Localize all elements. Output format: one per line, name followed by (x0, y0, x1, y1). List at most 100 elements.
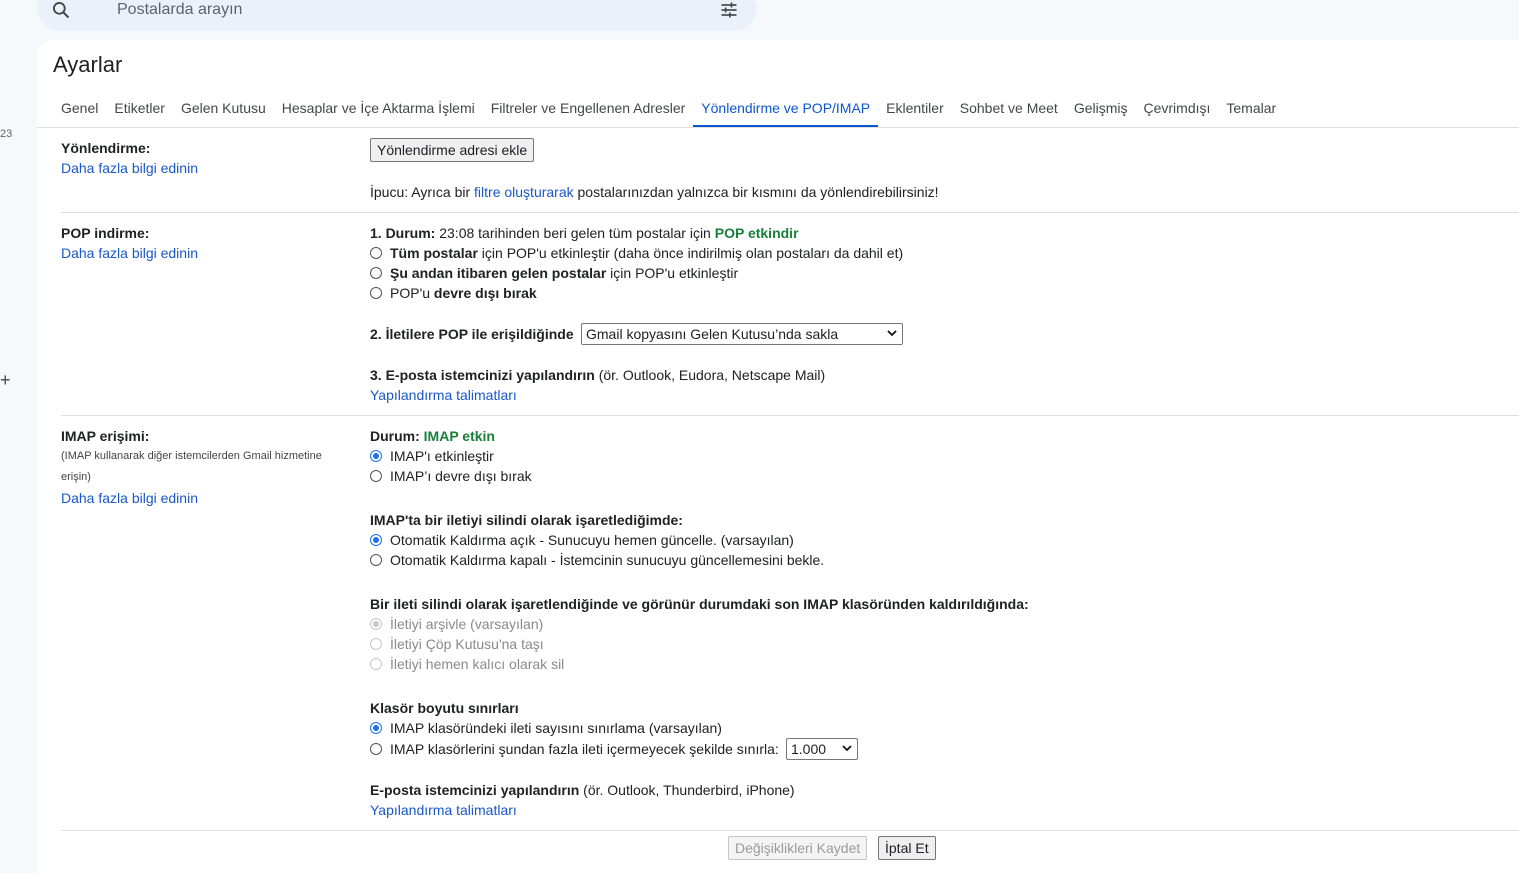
expunge-on-text: Otomatik Kaldırma açık - Sunucuyu hemen … (390, 532, 794, 548)
pop-config-label: 3. E-posta istemcinizi yapılandırın (370, 367, 595, 383)
forwarding-label: Yönlendirme: (61, 140, 151, 156)
imap-config-examples: (ör. Outlook, Thunderbird, iPhone) (583, 782, 795, 798)
imap-config-instructions-link[interactable]: Yapılandırma talimatları (370, 800, 517, 820)
archive-radio[interactable] (370, 618, 382, 630)
add-forwarding-address-button[interactable]: Yönlendirme adresi ekle (370, 138, 535, 162)
section-divider (61, 212, 1519, 213)
pop-all-mail-option[interactable]: Tüm postalar için POP'u etkinleştir (dah… (370, 243, 903, 263)
trash-radio[interactable] (370, 638, 382, 650)
pop-option-text: POP'u (390, 285, 431, 301)
imap-deleted-heading: IMAP'ta bir iletiyi silindi olarak işare… (370, 512, 683, 528)
pop-option-bold: Şu andan itibaren gelen postalar (390, 265, 607, 281)
no-limit-radio[interactable] (370, 722, 382, 734)
limit-radio[interactable] (370, 743, 382, 755)
tab-advanced[interactable]: Gelişmiş (1066, 89, 1136, 127)
forwarding-label-block: Yönlendirme: Daha fazla bilgi edinin (61, 138, 198, 178)
tab-accounts[interactable]: Hesaplar ve İçe Aktarma İşlemi (274, 89, 483, 127)
search-icon[interactable] (51, 0, 71, 20)
pop-disable-radio[interactable] (370, 287, 382, 299)
tabs-divider (37, 127, 1519, 128)
archive-option[interactable]: İletiyi arşivle (varsayılan) (370, 614, 543, 634)
tab-filters[interactable]: Filtreler ve Engellenen Adresler (483, 89, 694, 127)
rail-count: 23 (0, 128, 13, 140)
imap-label: IMAP erişimi: (61, 428, 150, 444)
imap-disable-option[interactable]: IMAP’ı devre dışı bırak (370, 466, 532, 486)
pop-status-value: POP etkindir (714, 225, 799, 241)
forwarding-tip-suffix: postalarınızdan yalnızca bir kısmını da … (577, 184, 939, 200)
pop-from-now-option[interactable]: Şu andan itibaren gelen postalar için PO… (370, 263, 738, 283)
pop-config-examples: (ör. Outlook, Eudora, Netscape Mail) (598, 367, 826, 383)
expunge-off-radio[interactable] (370, 554, 382, 566)
trash-text: İletiyi Çöp Kutusu'na taşı (390, 636, 544, 652)
pop-all-mail-radio[interactable] (370, 247, 382, 259)
delete-forever-text: İletiyi hemen kalıcı olarak sil (390, 656, 565, 672)
add-icon[interactable]: + (0, 370, 11, 391)
pop-option-bold: devre dışı bırak (433, 285, 537, 301)
create-filter-link[interactable]: filtre oluşturarak (474, 184, 574, 200)
settings-panel: Ayarlar Genel Etiketler Gelen Kutusu Hes… (37, 40, 1519, 873)
imap-learn-more-link[interactable]: Daha fazla bilgi edinin (61, 488, 351, 508)
imap-enable-radio[interactable] (370, 450, 382, 462)
imap-note: (IMAP kullanarak diğer istemcilerden Gma… (61, 450, 322, 483)
tab-chat-meet[interactable]: Sohbet ve Meet (952, 89, 1066, 127)
pop-option-text: için POP'u etkinleştir (610, 265, 739, 281)
forwarding-tip: İpucu: Ayrıca bir filtre oluşturarak pos… (370, 182, 939, 202)
chevron-down-icon (887, 330, 897, 337)
pop-access-select[interactable]: Gmail kopyasını Gelen Kutusu’nda sakla (581, 323, 903, 345)
pop-option-bold: Tüm postalar (390, 245, 478, 261)
folder-limit-select[interactable]: 1.000 (786, 738, 858, 760)
pop-status: 1. Durum: 23:08 tarihinden beri gelen tü… (370, 223, 799, 243)
trash-option[interactable]: İletiyi Çöp Kutusu'na taşı (370, 634, 544, 654)
settings-tabs: Genel Etiketler Gelen Kutusu Hesaplar ve… (53, 89, 1284, 127)
folder-size-heading: Klasör boyutu sınırları (370, 700, 519, 716)
limit-text: IMAP klasörlerini şundan fazla ileti içe… (390, 741, 779, 757)
folder-limit-value: 1.000 (791, 741, 827, 757)
search-options-icon[interactable] (719, 0, 739, 20)
imap-disable-radio[interactable] (370, 470, 382, 482)
expunge-on-radio[interactable] (370, 534, 382, 546)
limit-option[interactable]: IMAP klasörlerini şundan fazla ileti içe… (370, 739, 779, 759)
no-limit-text: IMAP klasöründeki ileti sayısını sınırla… (390, 720, 722, 736)
delete-forever-radio[interactable] (370, 658, 382, 670)
imap-config: E-posta istemcinizi yapılandırın (ör. Ou… (370, 780, 795, 800)
pop-label-block: POP indirme: Daha fazla bilgi edinin (61, 223, 198, 263)
tab-themes[interactable]: Temalar (1218, 89, 1284, 127)
tab-forwarding-pop-imap[interactable]: Yönlendirme ve POP/IMAP (693, 89, 879, 127)
pop-from-now-radio[interactable] (370, 267, 382, 279)
left-rail: 23 + (0, 0, 37, 873)
search-bar (37, 0, 757, 31)
pop-option-text: için POP'u etkinleştir (daha önce indiri… (481, 245, 904, 261)
imap-status-value: IMAP etkin (423, 428, 495, 444)
imap-disable-text: IMAP’ı devre dışı bırak (390, 468, 532, 484)
imap-expunged-heading: Bir ileti silindi olarak işaretlendiğind… (370, 596, 1029, 612)
delete-forever-option[interactable]: İletiyi hemen kalıcı olarak sil (370, 654, 564, 674)
expunge-on-option[interactable]: Otomatik Kaldırma açık - Sunucuyu hemen … (370, 530, 794, 550)
no-limit-option[interactable]: IMAP klasöründeki ileti sayısını sınırla… (370, 718, 722, 738)
forwarding-learn-more-link[interactable]: Daha fazla bilgi edinin (61, 158, 198, 178)
tab-inbox[interactable]: Gelen Kutusu (173, 89, 274, 127)
expunge-off-option[interactable]: Otomatik Kaldırma kapalı - İstemcinin su… (370, 550, 824, 570)
pop-disable-option[interactable]: POP'u devre dışı bırak (370, 283, 537, 303)
imap-config-label: E-posta istemcinizi yapılandırın (370, 782, 580, 798)
save-changes-button[interactable]: Değişiklikleri Kaydet (728, 836, 868, 860)
chevron-down-icon (842, 745, 852, 752)
tab-general[interactable]: Genel (53, 89, 106, 127)
expunge-off-text: Otomatik Kaldırma kapalı - İstemcinin su… (390, 552, 825, 568)
pop-config-instructions-link[interactable]: Yapılandırma talimatları (370, 385, 517, 405)
pop-access-label: 2. İletilere POP ile erişildiğinde (370, 326, 574, 342)
pop-learn-more-link[interactable]: Daha fazla bilgi edinin (61, 243, 198, 263)
tab-offline[interactable]: Çevrimdışı (1135, 89, 1218, 127)
forwarding-tip-prefix: İpucu: Ayrıca bir (370, 184, 471, 200)
pop-label: POP indirme: (61, 225, 150, 241)
search-input[interactable] (117, 0, 717, 20)
pop-config: 3. E-posta istemcinizi yapılandırın (ör.… (370, 365, 825, 385)
pop-access-select-value: Gmail kopyasını Gelen Kutusu’nda sakla (586, 326, 839, 342)
pop-status-text: 23:08 tarihinden beri gelen tüm postalar… (439, 225, 711, 241)
tab-addons[interactable]: Eklentiler (878, 89, 952, 127)
section-divider (61, 830, 1519, 831)
archive-text: İletiyi arşivle (varsayılan) (390, 616, 544, 632)
imap-status: Durum: IMAP etkin (370, 426, 495, 446)
tab-labels[interactable]: Etiketler (106, 89, 173, 127)
cancel-button[interactable]: İptal Et (878, 836, 936, 860)
imap-enable-option[interactable]: IMAP'ı etkinleştir (370, 446, 494, 466)
